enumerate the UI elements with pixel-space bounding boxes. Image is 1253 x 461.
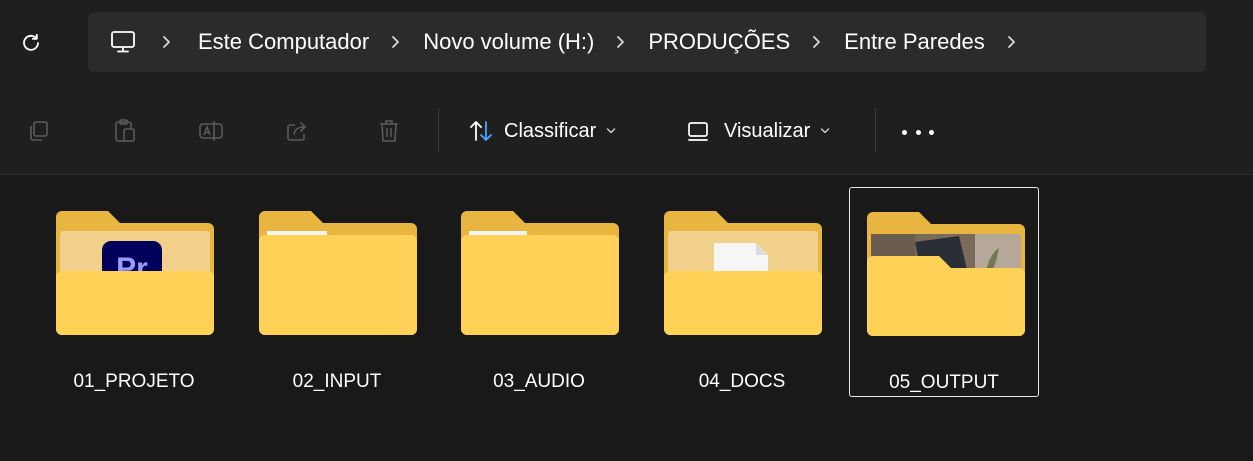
paste-icon[interactable] xyxy=(112,118,138,144)
view-icon xyxy=(686,120,710,142)
folder-icon xyxy=(461,211,619,335)
chevron-right-icon[interactable] xyxy=(391,35,401,49)
share-icon[interactable] xyxy=(284,118,310,144)
toolbar-divider xyxy=(438,108,439,152)
view-button[interactable]: Visualizar xyxy=(686,114,830,148)
breadcrumb-item-novo-volume[interactable]: Novo volume (H:) xyxy=(423,29,594,55)
more-icon[interactable] xyxy=(902,128,934,136)
video-folder-icon xyxy=(867,212,1025,336)
folder-item[interactable]: 02_INPUT xyxy=(242,187,432,397)
chevron-down-icon xyxy=(606,127,616,135)
breadcrumb-item-producoes[interactable]: PRODUÇÕES xyxy=(648,29,790,55)
breadcrumb: Este Computador Novo volume (H:) PRODUÇÕ… xyxy=(88,12,1206,72)
address-bar: Este Computador Novo volume (H:) PRODUÇÕ… xyxy=(0,0,1253,88)
folder-label: 05_OUTPUT xyxy=(889,372,999,393)
chevron-right-icon[interactable] xyxy=(1007,35,1017,49)
rename-icon[interactable] xyxy=(198,118,224,144)
folder-label: 03_AUDIO xyxy=(493,371,585,392)
folder-label: 04_DOCS xyxy=(698,371,786,392)
folder-item[interactable]: Pr 01_PROJETO xyxy=(39,187,229,397)
refresh-icon[interactable] xyxy=(20,32,42,54)
breadcrumb-item-entre-paredes[interactable]: Entre Paredes xyxy=(844,29,985,55)
documents-folder-icon xyxy=(664,211,822,335)
toolbar-divider xyxy=(875,108,876,152)
copy-icon[interactable] xyxy=(26,118,52,144)
chevron-right-icon[interactable] xyxy=(162,35,172,49)
folder-label: 01_PROJETO xyxy=(73,371,195,392)
chevron-right-icon[interactable] xyxy=(812,35,822,49)
folder-item[interactable]: 03_AUDIO xyxy=(444,187,634,397)
folder-icon xyxy=(259,211,417,335)
folder-item[interactable]: 04_DOCS xyxy=(647,187,837,397)
file-view: Pr 01_PROJETO 02_INPUT 03_AUDIO 04_DOCS … xyxy=(0,175,1253,461)
delete-icon[interactable] xyxy=(376,118,402,144)
folder-item[interactable]: 05_OUTPUT xyxy=(849,187,1039,397)
premiere-folder-icon: Pr xyxy=(56,211,214,335)
sort-button[interactable]: Classificar xyxy=(468,114,616,148)
computer-icon[interactable] xyxy=(110,30,136,54)
command-bar: Classificar Visualizar xyxy=(0,88,1253,175)
view-label: Visualizar xyxy=(724,119,811,142)
folder-label: 02_INPUT xyxy=(292,371,382,392)
sort-icon xyxy=(468,118,494,144)
chevron-down-icon xyxy=(820,127,830,135)
breadcrumb-item-este-computador[interactable]: Este Computador xyxy=(198,29,369,55)
sort-label: Classificar xyxy=(504,119,597,142)
chevron-right-icon[interactable] xyxy=(616,35,626,49)
